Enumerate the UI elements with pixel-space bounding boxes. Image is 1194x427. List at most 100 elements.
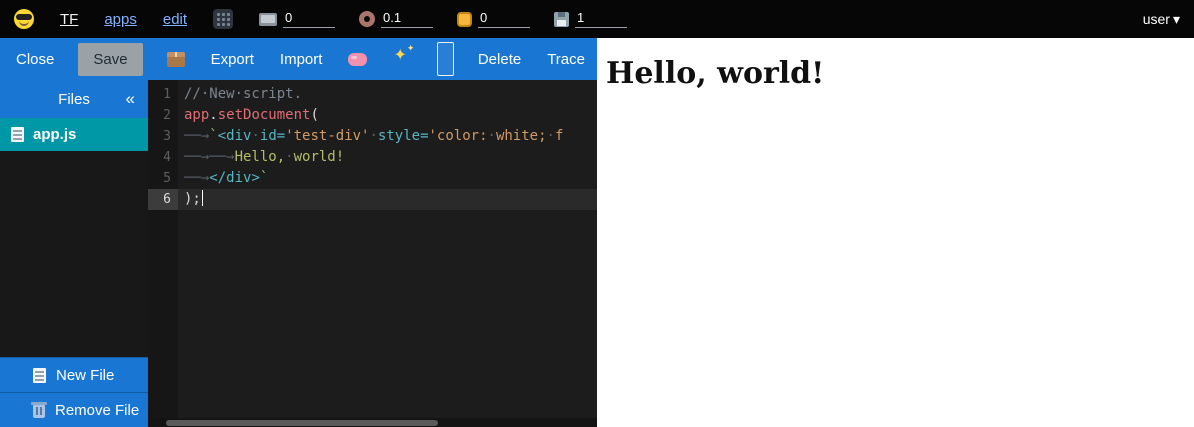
code-line[interactable]: ); — [178, 189, 597, 210]
donut-icon — [359, 11, 375, 27]
export-button[interactable]: Export — [209, 47, 256, 72]
code-segment: </div> — [209, 170, 260, 186]
line-number-gutter: 123456 — [148, 80, 178, 427]
sparkles-button[interactable] — [391, 45, 415, 73]
code-line[interactable]: //·New·script. — [178, 84, 597, 105]
line-number: 6 — [148, 189, 178, 210]
files-panel-title: Files — [58, 91, 90, 108]
soap-icon — [348, 53, 367, 66]
code-segment: <div — [218, 128, 252, 144]
code-line[interactable]: ──→──→Hello,·world! — [178, 147, 597, 168]
content-area: Close Save Export Import Delete Trace Fi… — [0, 38, 1194, 427]
stat-value[interactable]: 0 — [283, 10, 335, 28]
import-button[interactable]: Import — [278, 47, 325, 72]
brand-link[interactable]: TF — [60, 11, 78, 28]
delete-button[interactable]: Delete — [476, 47, 523, 72]
control-panel-icon[interactable] — [213, 9, 233, 29]
rendered-output-text: Hello, world! — [606, 56, 1194, 91]
code-segment: · — [369, 128, 377, 144]
code-segment: ` — [209, 128, 217, 144]
smiley-sunglasses-icon[interactable] — [14, 9, 34, 29]
empty-button[interactable] — [437, 42, 453, 76]
file-sidebar: Files « app.js New File Remove File — [0, 80, 148, 427]
topbar: TF apps edit 0 0.1 0 1 user ▾ — [0, 0, 1194, 38]
editor-toolbar: Close Save Export Import Delete Trace — [0, 38, 597, 80]
code-editor[interactable]: 123456 //·New·script.app.setDocument(──→… — [148, 80, 597, 427]
nav-edit-link[interactable]: edit — [163, 11, 187, 28]
text-cursor — [202, 190, 204, 206]
new-file-button[interactable]: New File — [0, 357, 148, 392]
file-icon — [11, 127, 24, 142]
new-file-label: New File — [56, 367, 114, 384]
scrollbar-thumb[interactable] — [166, 420, 438, 426]
code-segment: id= — [260, 128, 285, 144]
code-segment: white; — [496, 128, 547, 144]
soap-button[interactable] — [346, 49, 369, 70]
line-number: 1 — [148, 84, 178, 105]
code-segment: ` — [260, 170, 268, 186]
file-name: app.js — [33, 126, 76, 143]
stat-floppy: 1 — [554, 10, 627, 28]
line-number: 5 — [148, 168, 178, 189]
code-segment: app — [184, 107, 209, 123]
code-segment: //·New·script. — [184, 86, 302, 102]
line-number: 4 — [148, 147, 178, 168]
stat-donut: 0.1 — [359, 10, 433, 28]
remove-file-label: Remove File — [55, 402, 139, 419]
stat-monitor: 0 — [259, 10, 335, 28]
code-segment: · — [488, 128, 496, 144]
code-segment: · — [285, 149, 293, 165]
code-segment: ); — [184, 191, 201, 207]
code-line[interactable]: ──→`<div·id='test-div'·style='color:·whi… — [178, 126, 597, 147]
chevron-down-icon: ▾ — [1173, 11, 1180, 28]
stat-value[interactable]: 1 — [575, 10, 627, 28]
new-file-icon — [33, 368, 46, 383]
code-segment: setDocument — [218, 107, 311, 123]
close-button[interactable]: Close — [14, 47, 56, 72]
ide-panel: Close Save Export Import Delete Trace Fi… — [0, 38, 597, 427]
stat-coin: 0 — [457, 10, 530, 28]
rendered-output-panel: Hello, world! — [597, 38, 1194, 427]
stat-value[interactable]: 0 — [478, 10, 530, 28]
files-panel-header: Files « — [0, 80, 148, 118]
code-segment: ──→ — [184, 170, 209, 186]
user-menu-label: user — [1143, 11, 1170, 27]
line-number: 3 — [148, 126, 178, 147]
horizontal-scrollbar[interactable] — [148, 418, 597, 427]
code-segment: · — [251, 128, 259, 144]
code-line[interactable]: app.setDocument( — [178, 105, 597, 126]
code-line[interactable]: ──→</div>` — [178, 168, 597, 189]
sparkles-icon — [393, 49, 413, 69]
nav-apps-link[interactable]: apps — [104, 11, 137, 28]
code-segment: world! — [294, 149, 345, 165]
code-segment: · — [547, 128, 555, 144]
code-segment: f — [555, 128, 563, 144]
code-segment: ( — [310, 107, 318, 123]
remove-file-button[interactable]: Remove File — [0, 392, 148, 427]
topbar-stats: 0 0.1 0 1 — [259, 10, 627, 28]
code-segment: 'color: — [429, 128, 488, 144]
package-button[interactable] — [165, 48, 187, 71]
floppy-icon — [554, 12, 569, 27]
file-list: app.js — [0, 118, 148, 151]
stat-value[interactable]: 0.1 — [381, 10, 433, 28]
code-segment: ──→ — [184, 128, 209, 144]
code-segment: 'test-div' — [285, 128, 369, 144]
line-number: 2 — [148, 105, 178, 126]
package-icon — [167, 52, 185, 67]
code-segment: ──→──→ — [184, 149, 235, 165]
user-menu[interactable]: user ▾ — [1143, 11, 1180, 28]
workspace: Files « app.js New File Remove File — [0, 80, 597, 427]
collapse-sidebar-button[interactable]: « — [126, 89, 135, 109]
code-segment: style= — [378, 128, 429, 144]
trace-button[interactable]: Trace — [545, 47, 587, 72]
save-button[interactable]: Save — [78, 43, 142, 76]
file-actions: New File Remove File — [0, 357, 148, 427]
trash-icon — [33, 405, 45, 418]
code-segment: . — [209, 107, 217, 123]
coin-icon — [457, 12, 472, 27]
file-item[interactable]: app.js — [0, 118, 148, 151]
code-segment: Hello, — [235, 149, 286, 165]
app-window: TF apps edit 0 0.1 0 1 user ▾ Close Save Ex… — [0, 0, 1194, 427]
code-area[interactable]: //·New·script.app.setDocument(──→`<div·i… — [178, 80, 597, 427]
